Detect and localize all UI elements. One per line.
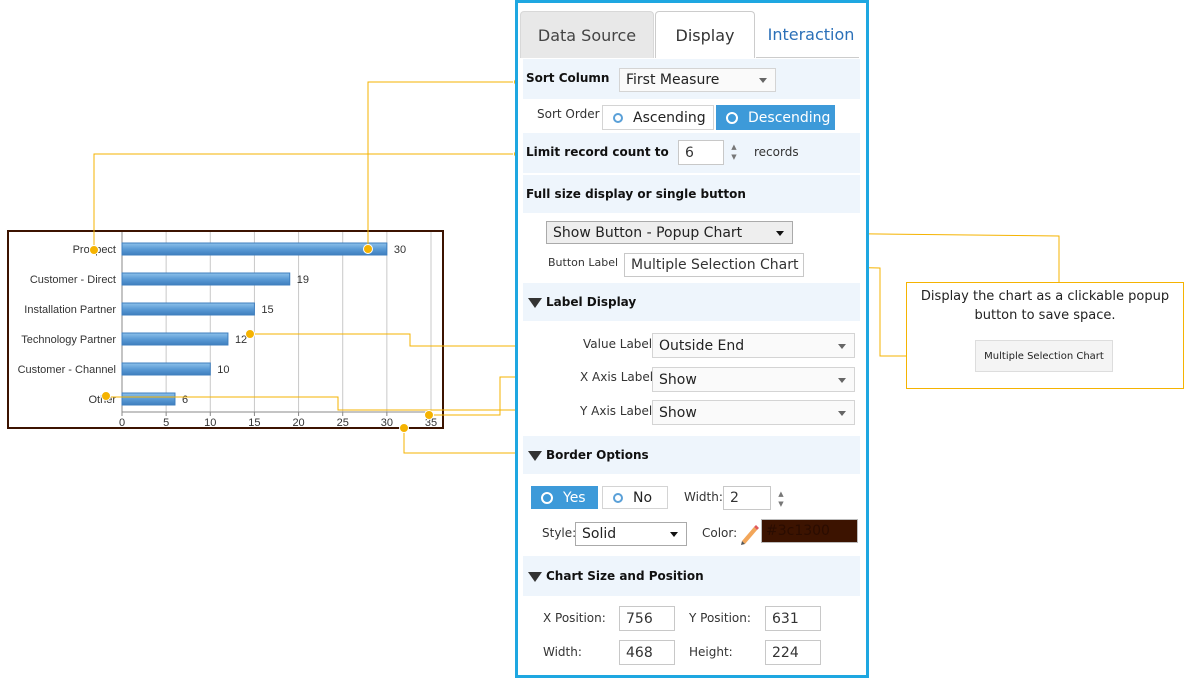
y-axis-label-select[interactable]: Show xyxy=(652,400,855,425)
size-position-heading: Chart Size and Position xyxy=(546,569,704,583)
border-yes-radio[interactable]: Yes xyxy=(531,486,598,509)
y-position-input[interactable]: 631 xyxy=(765,606,821,631)
display-mode-select[interactable]: Show Button - Popup Chart xyxy=(546,221,793,244)
pencil-icon[interactable] xyxy=(738,521,760,545)
border-style-label: Style: xyxy=(542,526,577,540)
label-display-heading: Label Display xyxy=(546,295,637,309)
chevron-down-icon xyxy=(838,343,846,349)
category-label: Prospect xyxy=(73,244,116,256)
x-tick-label: 35 xyxy=(425,417,437,427)
border-no-radio[interactable]: No xyxy=(602,486,668,509)
border-style-value: Solid xyxy=(582,526,617,542)
height-input[interactable]: 224 xyxy=(765,640,821,665)
tab-divider xyxy=(756,57,859,58)
x-tick-label: 10 xyxy=(204,417,216,427)
x-tick-label: 0 xyxy=(119,417,125,427)
settings-panel: Data Source Display Interaction Sort Col… xyxy=(515,0,869,678)
chevron-down-icon xyxy=(838,377,846,383)
category-label: Other xyxy=(88,394,116,406)
chevron-down-icon xyxy=(776,230,784,236)
value-label: 15 xyxy=(261,304,273,316)
radio-icon xyxy=(613,492,623,503)
limit-label: Limit record count to xyxy=(526,145,669,159)
y-position-label: Y Position: xyxy=(689,611,751,625)
border-no-text: No xyxy=(633,489,653,506)
border-style-select[interactable]: Solid xyxy=(575,522,687,546)
border-yes-text: Yes xyxy=(563,489,586,506)
chevron-down-icon xyxy=(670,532,678,537)
tab-interaction[interactable]: Interaction xyxy=(756,11,866,58)
bar xyxy=(121,392,176,406)
category-label: Installation Partner xyxy=(24,304,116,316)
bar xyxy=(121,242,388,256)
value-label: 19 xyxy=(297,274,309,286)
button-label-input[interactable]: Multiple Selection Chart xyxy=(624,253,804,277)
border-width-input[interactable]: 2 xyxy=(723,486,771,510)
display-mode-value: Show Button - Popup Chart xyxy=(553,224,743,241)
limit-stepper[interactable]: ▲ ▼ xyxy=(729,142,739,162)
border-width-label: Width: xyxy=(684,490,723,504)
category-label: Customer - Channel xyxy=(18,364,116,376)
x-tick-label: 20 xyxy=(292,417,304,427)
sort-column-select[interactable]: First Measure xyxy=(619,68,776,92)
x-tick-label: 5 xyxy=(163,417,169,427)
sort-order-label: Sort Order xyxy=(537,107,600,121)
sort-column-label: Sort Column xyxy=(526,71,610,85)
bar-chart: 0 5 10 15 20 25 30 35 Prospect 30 Customer - Direc… xyxy=(7,230,444,429)
category-label: Customer - Direct xyxy=(30,274,116,286)
chevron-down-icon xyxy=(838,410,846,416)
annotation-text: Display the chart as a clickable popup b… xyxy=(920,289,1170,323)
radio-icon xyxy=(613,112,623,123)
height-label: Height: xyxy=(689,645,733,659)
value-label-select[interactable]: Outside End xyxy=(652,333,855,358)
width-label: Width: xyxy=(543,645,582,659)
tab-data-source[interactable]: Data Source xyxy=(520,11,654,58)
value-label: 30 xyxy=(394,244,406,256)
x-position-input[interactable]: 756 xyxy=(619,606,675,631)
limit-unit: records xyxy=(754,145,799,159)
border-color-label: Color: xyxy=(702,526,738,540)
y-axis-label-label: Y Axis Label xyxy=(580,404,653,418)
x-tick-label: 25 xyxy=(337,417,349,427)
category-label: Technology Partner xyxy=(21,334,116,346)
value-label: 6 xyxy=(182,394,188,406)
collapse-triangle-icon[interactable] xyxy=(528,297,542,312)
border-color-swatch[interactable]: #3c1300 xyxy=(761,519,858,543)
x-axis-label-label: X Axis Label xyxy=(580,370,654,384)
y-axis-label-value: Show xyxy=(659,404,697,421)
descending-text: Descending xyxy=(748,109,831,126)
sort-ascending-radio[interactable]: Ascending xyxy=(602,105,714,130)
chart-svg: 0 5 10 15 20 25 30 35 Prospect 30 Customer - Direc… xyxy=(18,232,437,427)
collapse-triangle-icon[interactable] xyxy=(528,450,542,465)
bar xyxy=(121,302,255,316)
bar xyxy=(121,272,291,286)
value-label-value: Outside End xyxy=(659,337,745,354)
annotation-box: Display the chart as a clickable popup b… xyxy=(906,282,1184,389)
bar xyxy=(121,362,211,376)
x-position-label: X Position: xyxy=(543,611,606,625)
sort-descending-radio[interactable]: Descending xyxy=(716,105,835,130)
full-size-heading: Full size display or single button xyxy=(526,187,746,201)
bar xyxy=(121,332,229,346)
radio-selected-icon xyxy=(541,491,553,504)
ascending-text: Ascending xyxy=(633,109,706,126)
border-options-heading: Border Options xyxy=(546,448,649,462)
value-label: 12 xyxy=(235,334,247,346)
tab-display[interactable]: Display xyxy=(655,11,755,58)
button-label-label: Button Label xyxy=(548,256,619,269)
value-label: 10 xyxy=(217,364,229,376)
width-input[interactable]: 468 xyxy=(619,640,675,665)
limit-input[interactable]: 6 xyxy=(678,140,724,165)
chevron-down-icon xyxy=(759,78,767,83)
x-axis-label-value: Show xyxy=(659,371,697,388)
sort-column-value: First Measure xyxy=(626,72,720,88)
x-tick-label: 30 xyxy=(381,417,393,427)
radio-selected-icon xyxy=(726,111,738,124)
collapse-triangle-icon[interactable] xyxy=(528,571,542,586)
x-axis-label-select[interactable]: Show xyxy=(652,367,855,392)
x-tick-label: 15 xyxy=(248,417,260,427)
value-label-label: Value Label xyxy=(583,337,653,351)
border-width-stepper[interactable]: ▲ ▼ xyxy=(776,489,786,509)
popup-chart-button[interactable]: Multiple Selection Chart xyxy=(975,340,1113,372)
